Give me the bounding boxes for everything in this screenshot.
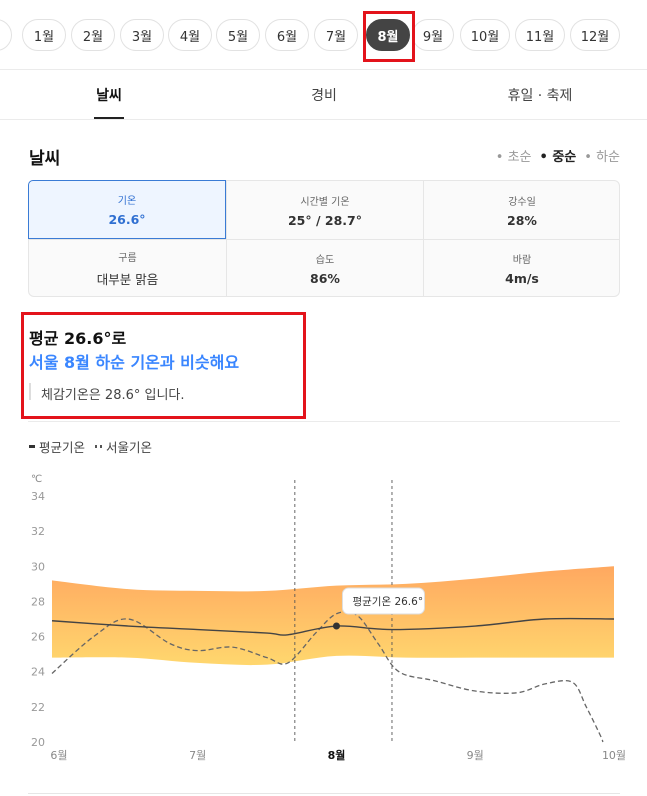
tooltip-label: 평균기온 26.6° xyxy=(352,596,423,608)
stat-label: 구름 xyxy=(118,252,137,264)
stat-label: 습도 xyxy=(315,254,335,266)
x-tick-label: 8월 xyxy=(328,748,346,762)
month-pill-5[interactable]: 5월 xyxy=(216,19,260,51)
y-axis-unit: ℃ xyxy=(31,474,42,485)
y-tick-label: 22 xyxy=(31,701,45,714)
tab-budget[interactable]: 경비 xyxy=(274,70,374,120)
x-tick-label: 7월 xyxy=(189,749,206,762)
month-pill-6[interactable]: 6월 xyxy=(265,19,309,51)
tab-weather[interactable]: 날씨 xyxy=(59,70,159,120)
stat-value: 86% xyxy=(310,270,340,286)
y-tick-label: 32 xyxy=(31,525,45,538)
weather-stats-grid: 기온 26.6° 시간별 기온 25° / 28.7° 강수일 28% 구름 대… xyxy=(28,180,620,297)
legend-average: 평균기온 xyxy=(29,437,85,456)
tab-bar: 날씨 경비 휴일 · 축제 xyxy=(0,70,647,120)
y-tick-label: 28 xyxy=(31,595,45,608)
legend-solid-swatch xyxy=(29,445,35,448)
x-tick-label: 9월 xyxy=(467,749,484,762)
stat-label: 시간별 기온 xyxy=(300,196,350,208)
period-early[interactable]: • 초순 xyxy=(496,146,532,165)
month-pill-prev[interactable]: 월 xyxy=(0,19,12,51)
stat-label: 강수일 xyxy=(508,196,536,208)
y-tick-label: 34 xyxy=(31,490,45,503)
stat-humidity[interactable]: 습도 86% xyxy=(227,239,423,297)
quote-bar xyxy=(29,383,31,400)
period-mid[interactable]: • 중순 xyxy=(540,146,577,165)
stat-temperature[interactable]: 기온 26.6° xyxy=(28,180,226,239)
temperature-chart: ℃ 34 32 30 28 26 24 22 20 평균기온 26.6° 6월 7월 8월 9월 10… xyxy=(31,474,626,762)
selected-month-highlight xyxy=(363,11,415,62)
month-pill-4[interactable]: 4월 xyxy=(168,19,212,51)
y-tick-label: 30 xyxy=(31,560,45,573)
y-tick-label: 26 xyxy=(31,631,45,644)
y-tick-label: 20 xyxy=(31,736,45,749)
month-pill-2[interactable]: 2월 xyxy=(71,19,115,51)
month-pill-12[interactable]: 12월 xyxy=(570,19,620,51)
summary-average: 평균 26.6°로 xyxy=(29,329,127,348)
section-title: 날씨 xyxy=(29,149,61,169)
tab-holidays-festivals[interactable]: 휴일 · 축제 xyxy=(470,70,610,120)
stat-value: 4m/s xyxy=(505,270,539,286)
tab-weather-underline xyxy=(94,117,124,119)
stat-value: 대부분 맑음 xyxy=(96,271,159,287)
y-tick-label: 24 xyxy=(31,666,45,679)
stat-label: 바람 xyxy=(512,254,532,266)
month-pill-3[interactable]: 3월 xyxy=(120,19,164,51)
stat-wind[interactable]: 바람 4m/s xyxy=(424,239,620,297)
month-pill-7[interactable]: 7월 xyxy=(314,19,358,51)
month-pill-10[interactable]: 10월 xyxy=(460,19,510,51)
stat-hourly-temperature[interactable]: 시간별 기온 25° / 28.7° xyxy=(227,181,423,239)
month-selector: 월 1월 2월 3월 4월 5월 6월 7월 8월 9월 10월 11월 12월 xyxy=(0,0,647,70)
divider xyxy=(28,421,620,422)
stat-label: 기온 xyxy=(117,196,137,207)
month-pill-9[interactable]: 9월 xyxy=(412,19,454,51)
average-marker-dot[interactable] xyxy=(332,622,340,630)
average-tooltip: 평균기온 26.6° xyxy=(341,587,425,615)
stat-value: 25° / 28.7° xyxy=(287,212,362,228)
month-pill-1[interactable]: 1월 xyxy=(22,19,66,51)
legend-dashed-swatch xyxy=(95,445,103,448)
stat-clouds[interactable]: 구름 대부분 맑음 xyxy=(29,239,226,297)
summary-feels-like: 체감기온은 28.6° 입니다. xyxy=(41,388,185,403)
month-pill-11[interactable]: 11월 xyxy=(515,19,565,51)
summary-comparison: 서울 8월 하순 기온과 비슷해요 xyxy=(29,353,240,372)
x-tick-label: 6월 xyxy=(50,749,67,762)
stat-value: 26.6° xyxy=(108,212,146,227)
period-late[interactable]: • 하순 xyxy=(584,146,620,165)
legend-seoul: 서울기온 xyxy=(95,437,152,456)
bottom-divider xyxy=(28,793,620,794)
stat-rain-days[interactable]: 강수일 28% xyxy=(424,181,620,239)
period-filter: • 초순 • 중순 • 하순 xyxy=(496,146,620,165)
stat-value: 28% xyxy=(507,212,537,228)
x-tick-label: 10월 xyxy=(602,749,626,762)
chart-legend: 평균기온 서울기온 xyxy=(29,437,152,456)
